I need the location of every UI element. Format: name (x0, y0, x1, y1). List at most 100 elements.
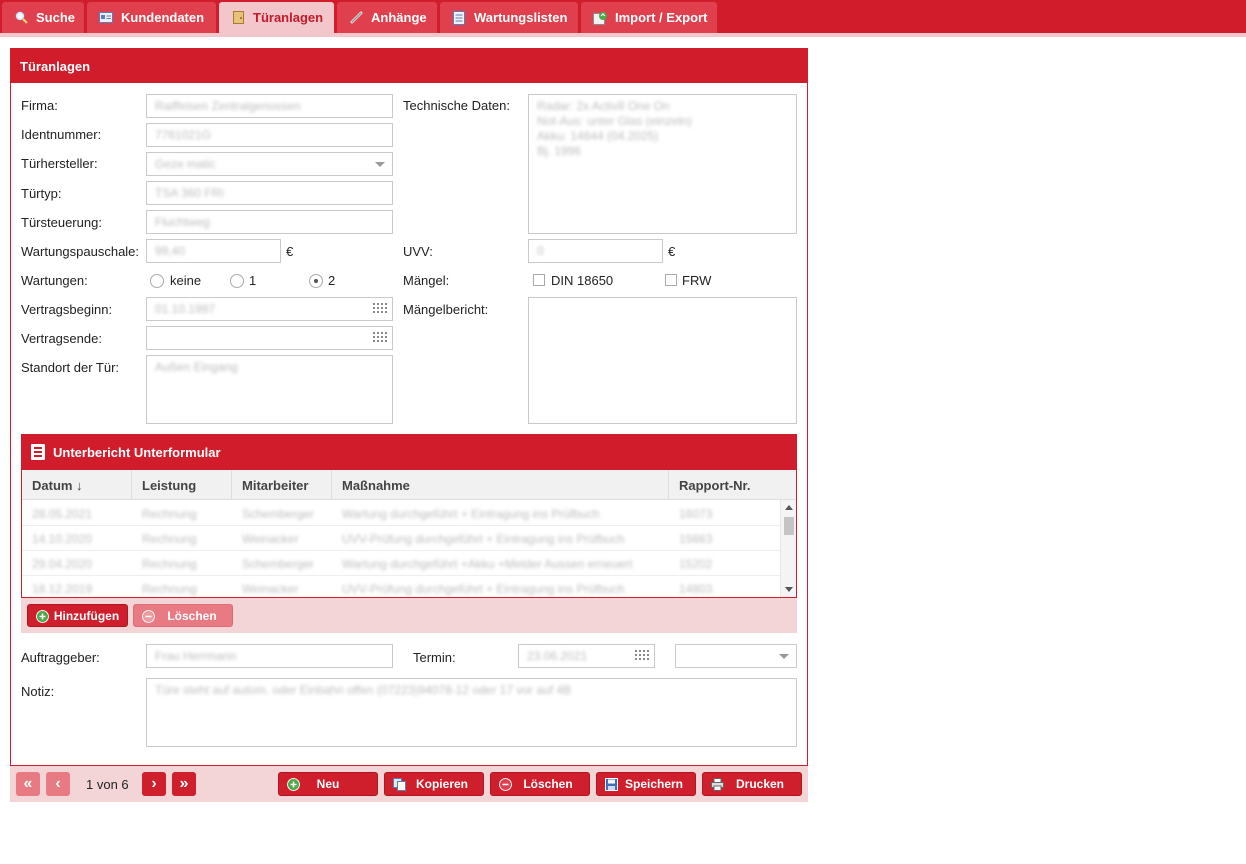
maengelbericht-label: Mängelbericht: (403, 302, 489, 317)
tuersteuerung-label: Türsteuerung: (21, 215, 102, 230)
scroll-up-icon[interactable] (785, 505, 793, 510)
vertragsbeginn-label: Vertragsbeginn: (21, 302, 113, 317)
plus-icon (287, 778, 300, 791)
grid-scrollbar[interactable] (780, 500, 796, 597)
cell-rapport-nr: 15202 (679, 557, 713, 571)
print-label: Drucken (735, 777, 785, 791)
table-row[interactable]: 29.04.2020 Rechnung Schemberger Wartung … (22, 551, 780, 576)
firma-field[interactable]: Raiffeisen Zentralgenossen (146, 94, 393, 118)
print-icon (711, 778, 724, 791)
subform-title: Unterbericht Unterformular (53, 445, 221, 460)
wartungspauschale-field[interactable]: 99,40 (146, 239, 281, 263)
calendar-icon[interactable] (373, 332, 387, 344)
standort-label: Standort der Tür: (21, 360, 120, 375)
tab-import-export[interactable]: Import / Export (581, 2, 717, 33)
termin-date[interactable]: 23.06.2021 (518, 644, 655, 668)
last-record-button[interactable]: » (172, 772, 196, 796)
add-row-label: Hinzufügen (53, 608, 120, 623)
calendar-icon[interactable] (635, 650, 649, 662)
maengel-checkbox-frw[interactable] (665, 274, 677, 286)
cell-datum: 14.10.2020 (32, 532, 93, 546)
wartungspauschale-label: Wartungspauschale: (21, 244, 140, 259)
wartungen-radio-keine[interactable] (150, 274, 164, 288)
firma-label: Firma: (21, 98, 58, 113)
add-row-button[interactable]: Hinzufügen (27, 604, 128, 627)
auftraggeber-field[interactable]: Frau Herrmann (146, 644, 393, 668)
delete-label: Löschen (523, 777, 573, 791)
subform-header: Unterbericht Unterformular (21, 434, 797, 470)
termin-select[interactable] (675, 644, 797, 668)
technische-daten-textarea[interactable]: Radar: 2x Activ8 One On Not-Aus: unter G… (528, 94, 797, 234)
tuertyp-label: Türtyp: (21, 186, 62, 201)
tab-label: Suche (36, 10, 76, 25)
delete-row-button[interactable]: Löschen (133, 604, 233, 627)
vertragsbeginn-date[interactable]: 01.10.1997 (146, 297, 393, 321)
copy-button[interactable]: Kopieren (384, 772, 484, 796)
delete-button[interactable]: Löschen (490, 772, 590, 796)
table-row[interactable]: 14.10.2020 Rechnung Weinacker UVV-Prüfun… (22, 526, 780, 551)
table-row[interactable]: 18.12.2019 Rechnung Weinacker UVV-Prüfun… (22, 576, 780, 597)
column-header-datum[interactable]: Datum ↓ (22, 470, 132, 500)
tuerhersteller-select[interactable]: Geze matic (146, 152, 393, 176)
print-button[interactable]: Drucken (702, 772, 802, 796)
wartungen-radio-2[interactable] (309, 274, 323, 288)
tuertyp-value: TSA 360 FRI (155, 186, 224, 200)
tab-suche[interactable]: Suche (2, 2, 84, 33)
technische-daten-label: Technische Daten: (403, 98, 510, 113)
notiz-textarea[interactable]: Türe steht auf autom. oder Einbahn offen… (146, 678, 797, 747)
cell-massnahme: UVV-Prüfung durchgeführt + Eintragung in… (342, 582, 625, 596)
tab-anhaenge[interactable]: Anhänge (337, 2, 437, 33)
wartungspauschale-value: 99,40 (155, 244, 186, 258)
new-button[interactable]: Neu (278, 772, 378, 796)
standort-textarea[interactable]: Außen Eingang (146, 355, 393, 424)
wartungspauschale-currency: € (286, 244, 294, 259)
delete-row-label: Löschen (167, 608, 217, 623)
id-card-icon (99, 11, 113, 25)
save-label: Speichern (624, 777, 684, 791)
uvv-field[interactable]: 0 (528, 239, 663, 263)
cell-mitarbeiter: Schemberger (242, 557, 315, 571)
scroll-thumb[interactable] (784, 517, 794, 535)
notebook-icon (31, 444, 45, 460)
chevron-down-icon (375, 162, 385, 167)
cell-datum: 28.05.2021 (32, 507, 93, 521)
wartungen-option-keine: keine (170, 273, 202, 288)
maengel-checkbox-din18650[interactable] (533, 274, 545, 286)
tuersteuerung-field[interactable]: Fluchtweg (146, 210, 393, 234)
minus-icon (499, 778, 512, 791)
cell-mitarbeiter: Weinacker (242, 532, 299, 546)
scroll-down-icon[interactable] (785, 587, 793, 592)
technische-daten-value: Radar: 2x Activ8 One On Not-Aus: unter G… (537, 99, 692, 158)
identnummer-field[interactable]: 7761021G (146, 123, 393, 147)
wartungen-radio-1[interactable] (230, 274, 244, 288)
column-header-massnahme[interactable]: Maßnahme (332, 470, 669, 500)
tab-label: Import / Export (615, 10, 708, 25)
cell-rapport-nr: 16073 (679, 507, 713, 521)
tab-bar-underline (0, 33, 1246, 37)
table-row[interactable]: 28.05.2021 Rechnung Schemberger Wartung … (22, 501, 780, 526)
tab-tueranlagen[interactable]: Türanlagen (219, 2, 334, 33)
maengelbericht-textarea[interactable] (528, 297, 797, 424)
vertragsende-date[interactable] (146, 326, 393, 350)
column-header-rapport-nr[interactable]: Rapport-Nr. (669, 470, 796, 500)
cell-rapport-nr: 14803 (679, 582, 713, 596)
tuertyp-field[interactable]: TSA 360 FRI (146, 181, 393, 205)
save-button[interactable]: Speichern (596, 772, 696, 796)
tab-kundendaten[interactable]: Kundendaten (87, 2, 216, 33)
tuerhersteller-label: Türhersteller: (21, 156, 98, 171)
cell-datum: 18.12.2019 (32, 582, 93, 596)
calendar-icon[interactable] (373, 303, 387, 315)
new-label: Neu (316, 777, 340, 791)
first-record-button[interactable]: « (16, 772, 40, 796)
termin-value: 23.06.2021 (527, 649, 588, 663)
next-record-button[interactable]: › (142, 772, 166, 796)
previous-record-button[interactable]: ‹ (46, 772, 70, 796)
grid-header: Datum ↓ Leistung Mitarbeiter Maßnahme Ra… (22, 470, 796, 500)
import-export-icon (593, 11, 607, 25)
tab-label: Kundendaten (121, 10, 205, 25)
door-icon (231, 11, 245, 25)
tab-wartungslisten[interactable]: Wartungslisten (440, 2, 578, 33)
column-header-mitarbeiter[interactable]: Mitarbeiter (232, 470, 332, 500)
column-header-leistung[interactable]: Leistung (132, 470, 232, 500)
copy-icon (393, 778, 406, 791)
